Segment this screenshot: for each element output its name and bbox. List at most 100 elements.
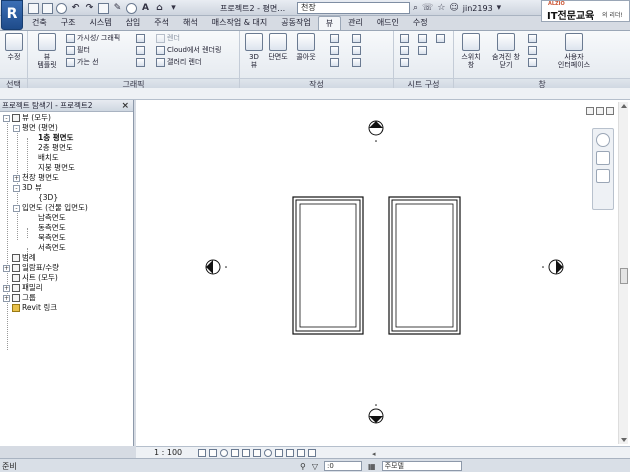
active-model-select[interactable]: 주모델 [381,461,462,471]
graphics-toggle-1[interactable] [136,34,145,43]
crop-view-icon[interactable] [242,449,250,457]
temporary-hide-icon[interactable] [264,449,272,457]
detail-level-icon[interactable] [198,449,206,457]
wall-room-left[interactable] [292,196,364,335]
render-gallery-button[interactable]: 갤러리 렌더 [156,58,201,67]
vertical-scrollbar[interactable] [618,102,628,444]
help-icon[interactable]: ☏ [422,3,433,13]
cascade-button[interactable] [528,46,537,55]
legends-button[interactable] [352,34,361,43]
sheet-button[interactable] [400,34,409,43]
star-icon[interactable]: ☆ [437,3,445,13]
expand-toggle[interactable]: - [13,124,20,132]
visual-style-icon[interactable] [209,449,217,457]
tab-addins[interactable]: 애드인 [370,16,406,30]
sync-icon[interactable] [56,2,67,14]
highlight-displacement-icon[interactable] [297,449,305,457]
tree-node-level-1[interactable]: 1층 평면도 [38,133,73,143]
section-button[interactable]: 단면도 [266,33,290,61]
graphics-toggle-2[interactable] [136,46,145,55]
filter-icon[interactable]: ▽ [312,462,318,471]
dimension-icon[interactable]: ✎ [112,3,123,14]
close-view-icon[interactable] [606,107,614,115]
chevron-down-icon[interactable]: ▾ [497,3,502,13]
application-menu-button[interactable]: R [1,0,23,30]
expand-toggle[interactable]: + [3,294,10,302]
tab-modify[interactable]: 수정 [406,16,435,30]
binoculars-icon[interactable]: ⌕ [413,3,418,13]
lock-3d-icon[interactable] [308,449,316,457]
callout-button[interactable]: 콜아웃 [294,33,318,61]
replicate-button[interactable] [528,34,537,43]
expand-toggle[interactable]: + [3,284,10,292]
switch-windows-button[interactable]: 스위치 창 [458,33,484,69]
place-view-button[interactable] [418,34,427,43]
user-interface-button[interactable]: 사용자 인터페이스 [552,33,596,69]
revisions-button[interactable] [400,58,409,67]
filters-button[interactable]: 필터 [66,46,90,55]
tab-collaborate[interactable]: 공동작업 [274,16,317,30]
render-button[interactable]: 렌더 [156,34,180,43]
minimize-icon[interactable] [586,107,594,115]
scroll-thumb[interactable] [620,268,628,284]
visibility-graphics-button[interactable]: 가시성/ 그래픽 [66,34,120,43]
elevation-marker-north[interactable] [368,120,384,142]
expand-toggle[interactable]: + [3,264,10,272]
tab-view[interactable]: 뷰 [317,16,342,30]
tab-massing-site[interactable]: 매스작업 & 대지 [205,16,274,30]
tree-node-views-all[interactable]: - 뷰 (모두) [3,113,51,123]
graphics-toggle-3[interactable] [136,58,145,67]
tree-node-floor-plans[interactable]: - 평면 (평면) [13,123,58,133]
expand-toggle[interactable]: + [13,174,20,182]
modify-button[interactable]: 수정 [3,33,25,61]
duplicate-view-button[interactable] [352,46,361,55]
analytical-model-icon[interactable] [286,449,294,457]
tree-node-roof[interactable]: 지붕 평면도 [38,163,75,173]
tab-architecture[interactable]: 건축 [25,16,54,30]
search-input[interactable]: 천장 [297,2,410,14]
tree-node-revit-links[interactable]: Revit 링크 [3,303,57,313]
tab-insert[interactable]: 삽입 [119,16,148,30]
tab-systems[interactable]: 시스템 [82,16,118,30]
tab-analyze[interactable]: 해석 [176,16,205,30]
close-icon[interactable]: × [121,100,129,112]
shadows-icon[interactable] [231,449,239,457]
tree-node-3d-views[interactable]: - 3D 뷰 [13,183,42,193]
view-scale[interactable]: 1 : 100 [154,448,182,458]
zoom-region-icon[interactable] [596,169,610,183]
tag-icon[interactable] [126,2,137,14]
drawing-canvas[interactable] [136,100,630,446]
tile-button[interactable] [528,58,537,67]
viewcube-wheel-icon[interactable] [596,133,610,147]
schedules-button[interactable] [352,58,361,67]
tree-node-ceiling-plans[interactable]: + 천장 평면도 [13,173,59,183]
tree-node-east[interactable]: 동측면도 [38,223,66,233]
guide-grid-button[interactable] [418,46,427,55]
tree-node-north[interactable]: 북측면도 [38,233,66,243]
wall-room-right[interactable] [388,196,461,335]
plan-views-button[interactable] [330,34,339,43]
tree-node-sheets[interactable]: 시트 (모두) [3,273,58,283]
tree-node-groups[interactable]: + 그룹 [3,293,36,303]
tree-node-level-2[interactable]: 2층 평면도 [38,143,73,153]
zoom-icon[interactable] [596,151,610,165]
elevation-marker-west[interactable] [205,259,227,275]
expand-toggle[interactable]: - [3,114,10,122]
drafting-view-button[interactable] [330,58,339,67]
undo-icon[interactable]: ↶ [70,3,81,14]
render-cloud-button[interactable]: Cloud에서 렌더링 [156,46,221,55]
expand-toggle[interactable]: - [13,204,20,212]
restore-icon[interactable] [596,107,604,115]
tree-node-legends[interactable]: 범례 [3,253,36,263]
3d-view-icon[interactable]: ⌂ [154,3,165,14]
user-name[interactable]: jin2193 [463,4,493,13]
tab-annotate[interactable]: 주석 [147,16,176,30]
3d-view-button[interactable]: 3D 뷰 [244,33,264,69]
show-crop-icon[interactable] [253,449,261,457]
elevation-marker-east[interactable] [542,259,564,275]
thin-lines-button[interactable]: 가는 선 [66,58,99,67]
title-block-button[interactable] [400,46,409,55]
scroll-left-icon[interactable]: ◂ [372,450,376,458]
tree-node-elevations[interactable]: - 입면도 (건물 입면도) [13,203,88,213]
design-options-icon[interactable]: ▦ [368,462,376,471]
